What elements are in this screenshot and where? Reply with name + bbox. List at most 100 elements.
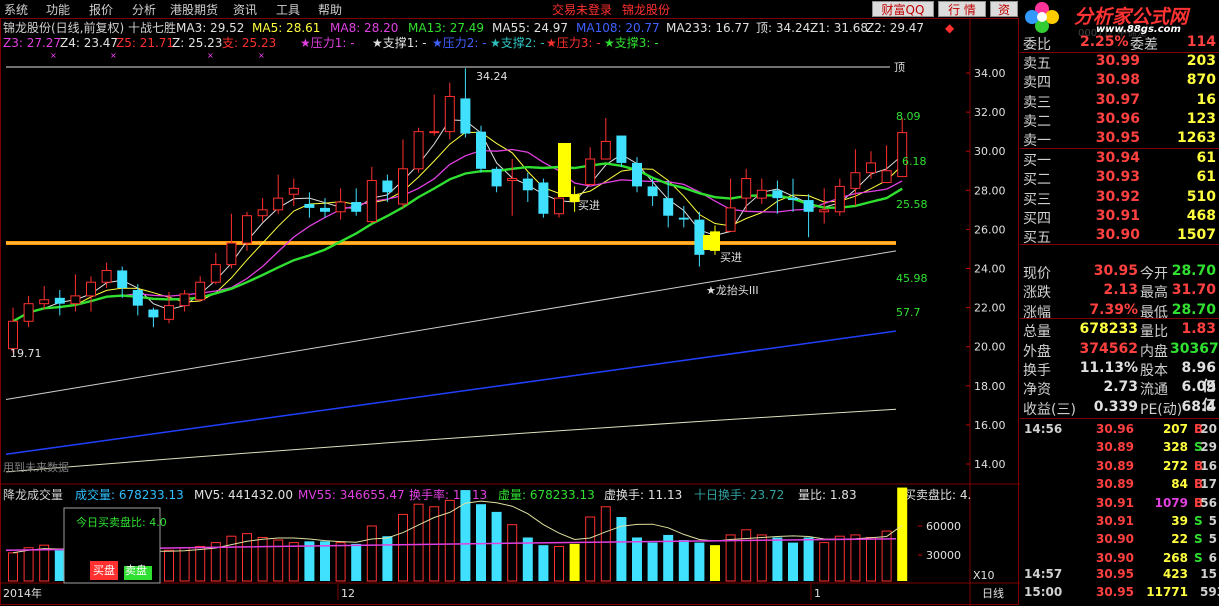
candle (351, 188, 362, 216)
volume-bar (351, 543, 362, 581)
weibi-value: 2.25% (1080, 34, 1129, 50)
buy-sell-ratio-text: 今日买卖盘比: 4.0 (76, 515, 167, 529)
ob-label: 卖四 (1023, 75, 1051, 92)
quote-zd2: 28.70 (1171, 301, 1216, 318)
ma5-label: MA5: 28.61 (252, 21, 320, 35)
quote-lt-label: 流通 (1140, 382, 1168, 399)
ratio-577: 57.7 (896, 306, 921, 319)
ma233-line (5, 408, 897, 473)
indicator-close-icon[interactable]: ◆ (945, 21, 955, 35)
quote-lb-label: 量比 (1140, 324, 1168, 341)
volume-bar (304, 541, 315, 581)
ob-volume: 870 (1186, 72, 1216, 89)
dragon-head-signal: ★龙抬头III (706, 283, 759, 297)
buy-level-1[interactable]: 买一 30.94 61 (1020, 150, 1219, 169)
pressure2-label: ★压力2: - (432, 36, 487, 50)
volume-bar (164, 549, 174, 582)
price-tick: 34.00 (974, 67, 1006, 80)
ma3-label: MA3: 29.52 (176, 21, 244, 35)
volume-bar (195, 545, 206, 582)
ob-label: 卖二 (1023, 113, 1051, 130)
main-chart[interactable]: 锦龙股份(日线,前复权) 十战七胜 MA3: 29.52 MA5: 28.61 … (0, 18, 1020, 606)
buy-level-4[interactable]: 买四 30.91 468 (1020, 208, 1219, 227)
price-tick: 18.00 (974, 380, 1006, 393)
quote-jk: 28.70 (1171, 263, 1216, 279)
sell-level-3[interactable]: 卖三 30.97 16 (1020, 92, 1219, 111)
volume-bar (647, 542, 658, 581)
volume-bar (897, 487, 908, 581)
candle (460, 68, 471, 138)
volume-bar (710, 545, 720, 581)
pressure1-label: ★压力1: - (300, 36, 355, 50)
sell-level-1[interactable]: 卖一 30.95 1263 (1020, 130, 1219, 149)
pressure3-label: ★压力3: - (546, 36, 601, 50)
trade-row: 30.89 272 B 16 (1096, 458, 1217, 473)
sell-level-2[interactable]: 卖二 30.96 123 (1020, 111, 1219, 130)
support2-label: ★支撑2: - (490, 35, 545, 50)
price-axis: 34.00 32.00 30.00 28.00 26.00 24.00 22.00 20.00… (966, 67, 1006, 471)
ob-volume: 123 (1186, 110, 1216, 127)
weicha-value: 114 (1186, 34, 1216, 50)
quote-zf: 7.39% (1089, 301, 1138, 318)
volume-bar (320, 541, 330, 581)
ratio-809: 8.09 (896, 110, 921, 123)
candle (647, 178, 658, 206)
ob-price: 30.93 (1095, 169, 1140, 186)
quote-sy-label: 收益(三) (1023, 401, 1076, 418)
period-daily[interactable]: 日线 (982, 586, 1004, 600)
trade-login-status[interactable]: 交易未登录 (552, 1, 612, 18)
ob-label: 买一 (1023, 153, 1051, 169)
menu-tools[interactable]: 工具 (276, 1, 300, 18)
candle (148, 307, 159, 328)
buy-level-3[interactable]: 买三 30.92 510 (1020, 189, 1219, 208)
quote-wp: 374562 (1079, 340, 1138, 357)
z1-label: Z1: 31.68 (810, 21, 868, 35)
ding-label: 顶: 34.24 (756, 21, 810, 35)
date-2014: 2014年 (3, 586, 42, 600)
sell-level-4[interactable]: 卖四 30.98 870 (1020, 72, 1219, 91)
menu-quote[interactable]: 报价 (89, 1, 113, 18)
candle (429, 94, 440, 136)
menu-function[interactable]: 功能 (46, 1, 70, 18)
menu-analysis[interactable]: 分析 (132, 1, 156, 18)
menu-system[interactable]: 系统 (4, 1, 28, 18)
candle (881, 145, 892, 183)
menu-help[interactable]: 帮助 (318, 1, 342, 18)
ob-label: 买三 (1023, 191, 1051, 208)
quote-button[interactable]: 行 情 (938, 1, 986, 17)
candle (413, 127, 424, 173)
candle (632, 157, 642, 193)
volume-bar (522, 537, 533, 581)
ma108-line (5, 330, 897, 455)
price-tick: 16.00 (974, 419, 1006, 432)
buy-sell-ratio-value: 买卖盘比: 4. (904, 487, 971, 502)
ob-volume: 61 (1196, 150, 1216, 166)
candle (694, 211, 705, 267)
volume-value: 成交量: 678233.13 (75, 487, 184, 502)
menu-news[interactable]: 资讯 (233, 1, 257, 18)
volume-bar (725, 534, 736, 582)
candle (834, 178, 845, 216)
trade-row: 30.89 84 B 17 (1096, 477, 1217, 492)
mv55-value: MV55: 346655.47 (298, 488, 405, 502)
weicha-label: 委差 (1130, 37, 1158, 53)
z2-label: Z2: 29.47 (866, 21, 924, 35)
news-button[interactable]: 资 (990, 1, 1018, 17)
menu-hk-futures[interactable]: 港股期货 (170, 1, 218, 18)
volume-bar (741, 529, 752, 582)
z-label: Z: 25.23 (172, 36, 222, 50)
volume-bar (382, 536, 393, 581)
ma13-label: MA13: 27.49 (408, 21, 484, 35)
sell-level-5[interactable]: 卖五 30.99 203 (1020, 53, 1219, 72)
trade-row: 14:56 30.96 207 B 20 (1024, 422, 1217, 436)
price-tick: 14.00 (974, 458, 1006, 471)
buy-signal-2: 买进 (720, 251, 742, 264)
buy-level-2[interactable]: 买二 30.93 61 (1020, 169, 1219, 188)
volume-bar (694, 542, 705, 581)
caifu-qq-button[interactable]: 财富QQ (872, 1, 934, 17)
volume-bar (476, 504, 486, 581)
volume-bar (585, 516, 596, 582)
ob-price: 30.98 (1095, 72, 1140, 89)
svg-text:×: × (258, 51, 265, 60)
high-price-label: 34.24 (476, 70, 508, 83)
